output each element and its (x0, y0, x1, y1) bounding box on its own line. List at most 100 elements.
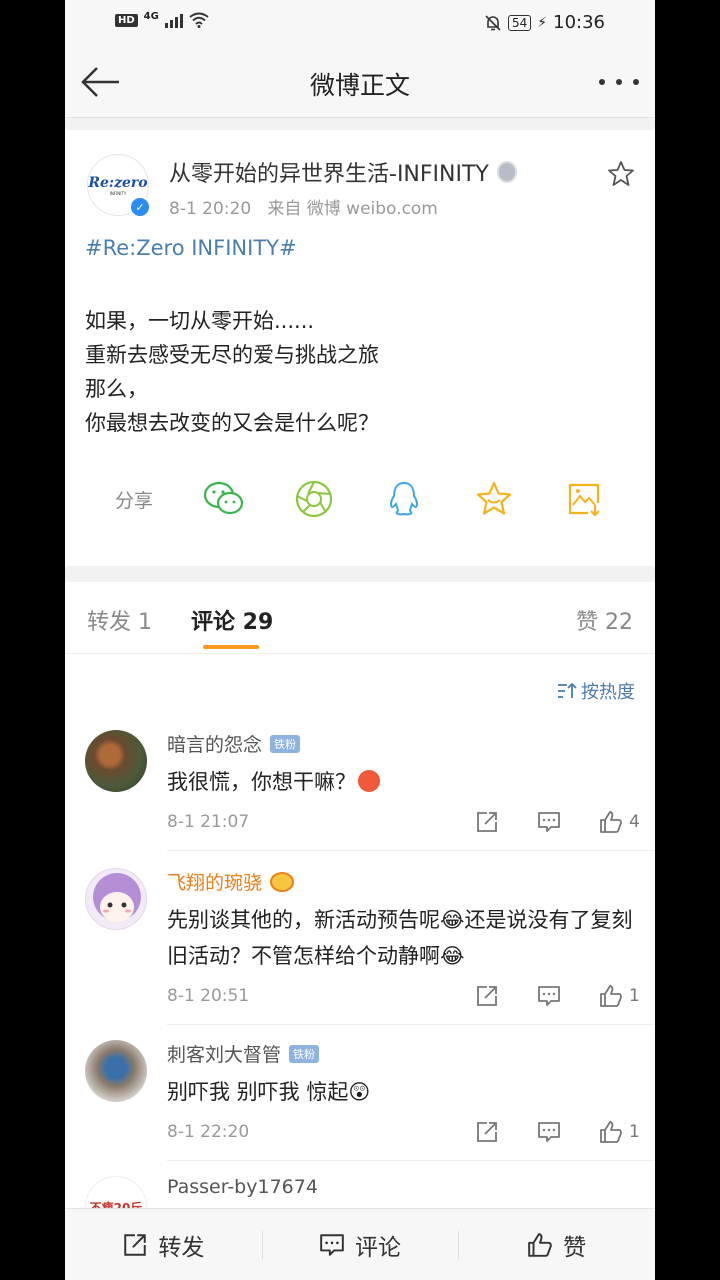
star-outline-icon (608, 161, 634, 186)
comment-label: 评论 (355, 1234, 401, 1261)
like-count: 1 (629, 986, 640, 1006)
repost-comment-button[interactable] (475, 984, 499, 1008)
share-favorite-button[interactable] (473, 478, 515, 520)
share-qq-button[interactable] (383, 478, 425, 520)
qq-icon (389, 481, 419, 516)
post-body: 如果，一切从零开始...... 重新去感受无尽的爱与挑战之旅 那么， 你最想去改… (85, 304, 379, 440)
share-moments-button[interactable] (293, 478, 335, 520)
tab-likes[interactable]: 赞 22 (576, 604, 633, 636)
like-label: 赞 (563, 1234, 587, 1261)
moments-icon (295, 480, 333, 518)
comment-item: 不瘦20斤 Passer-by17674 (65, 1176, 655, 1208)
repost-comment-button[interactable] (475, 810, 499, 834)
tab-repost[interactable]: 转发 1 (87, 604, 152, 636)
more-options-button[interactable] (599, 70, 639, 94)
share-out-icon (477, 812, 497, 832)
reply-button[interactable] (537, 1120, 561, 1144)
favorite-star-icon (476, 481, 512, 515)
commenter-name-text: 飞翔的琬骁 (167, 872, 263, 894)
like-count: 1 (629, 1122, 640, 1142)
active-tab-indicator (203, 645, 259, 649)
sort-icon (558, 682, 577, 698)
interaction-tabs: 转发 1 评论 29 赞 22 (65, 582, 655, 654)
repost-label: 转发 (158, 1234, 205, 1261)
commenter-avatar[interactable] (85, 1040, 147, 1102)
share-row: 分享 (115, 478, 653, 520)
fan-badge: 铁粉 (289, 1044, 320, 1063)
like-button[interactable] (599, 984, 623, 1008)
bottom-action-bar: 转发 评论 赞 (65, 1208, 655, 1280)
comment-text: 先别谈其他的，新活动预告呢😂还是说没有了复刻旧活动？不管怎样给个动静啊😂 (167, 908, 633, 968)
post-line: 你最想去改变的又会是什么呢？ (85, 411, 379, 435)
reply-bubble-icon (538, 812, 560, 832)
comment-text-content: 我很慌，你想干嘛？ (167, 770, 356, 794)
status-bar: HD 4G 54 ⚡ 10:36 (65, 0, 655, 46)
tab-comments[interactable]: 评论 29 (191, 604, 273, 636)
post-meta: 8-1 20:20 来自 微博 weibo.com (169, 199, 438, 219)
like-button[interactable] (599, 1120, 623, 1144)
medal-icon (496, 161, 517, 183)
comment-time: 8-1 22:20 (167, 1122, 250, 1142)
comment-divider (167, 850, 655, 851)
sort-by-hot-button[interactable]: 按热度 (557, 678, 635, 704)
charging-icon: ⚡ (537, 14, 548, 31)
share-out-icon (124, 1233, 147, 1256)
save-image-button[interactable] (563, 478, 605, 520)
angry-emoji-icon (358, 770, 380, 792)
commenter-name[interactable]: Passer-by17674 (167, 1176, 318, 1198)
share-wechat-button[interactable] (203, 478, 245, 520)
comment-item: 飞翔的琬骁 先别谈其他的，新活动预告呢😂还是说没有了复刻旧活动？不管怎样给个动静… (65, 868, 655, 1025)
top-nav-bar: 微博正文 (65, 46, 655, 118)
save-image-icon (568, 483, 600, 517)
comment-time: 8-1 21:07 (167, 812, 250, 832)
comment-divider (167, 1160, 655, 1161)
anime-avatar-image (93, 873, 141, 922)
favorite-button[interactable] (607, 160, 635, 188)
commenter-name-text: Passer-by17674 (167, 1176, 318, 1198)
repost-button[interactable]: 转发 (65, 1209, 262, 1280)
repost-comment-button[interactable] (475, 1120, 499, 1144)
share-out-icon (477, 986, 497, 1006)
post-line: 如果，一切从零开始...... (85, 309, 315, 333)
share-label: 分享 (115, 489, 154, 512)
like-count: 4 (629, 812, 640, 832)
comment-button[interactable]: 评论 (261, 1209, 459, 1280)
comment-text: 我很慌，你想干嘛？ (167, 764, 635, 800)
comment-list: 按热度 暗言的怨念 铁粉 我很慌，你想干嘛？ 8-1 21:07 4 飞翔的琬骁 … (65, 654, 655, 1208)
post-line: 重新去感受无尽的爱与挑战之旅 (85, 343, 379, 367)
thumbs-up-icon (528, 1232, 552, 1257)
reply-bubble-icon (538, 1122, 560, 1142)
mute-bell-icon (485, 14, 501, 31)
comment-divider (167, 1024, 655, 1025)
commenter-avatar[interactable] (85, 730, 147, 792)
like-post-button[interactable]: 赞 (458, 1209, 655, 1280)
sort-label: 按热度 (581, 682, 635, 703)
comment-bubble-icon (320, 1233, 344, 1256)
comment-actions: 4 (437, 810, 640, 834)
avatar-text: 不瘦20斤 (89, 1200, 143, 1209)
reply-button[interactable] (537, 984, 561, 1008)
comment-actions: 1 (437, 984, 640, 1008)
comment-item: 刺客刘大督管 铁粉 别吓我 别吓我 惊起😲 8-1 22:20 1 (65, 1040, 655, 1161)
commenter-name[interactable]: 飞翔的琬骁 (167, 868, 295, 895)
reply-bubble-icon (538, 986, 560, 1006)
wifi-icon (189, 12, 209, 28)
phone-screen: HD 4G 54 ⚡ 10:36 微博正文 Re:zero INFINITY ✓… (65, 0, 655, 1280)
commenter-name-text: 刺客刘大督管 (167, 1044, 282, 1066)
commenter-avatar[interactable]: 不瘦20斤 (85, 1176, 147, 1208)
fan-badge: 铁粉 (270, 734, 301, 753)
comment-time: 8-1 20:51 (167, 986, 250, 1006)
commenter-name[interactable]: 暗言的怨念 铁粉 (167, 730, 301, 757)
commenter-avatar[interactable] (85, 868, 147, 930)
commenter-name[interactable]: 刺客刘大督管 铁粉 (167, 1040, 320, 1067)
post-line: 那么， (85, 377, 148, 401)
clock: 10:36 (553, 12, 605, 33)
like-button[interactable] (599, 810, 623, 834)
reply-button[interactable] (537, 810, 561, 834)
topic-link[interactable]: #Re:Zero INFINITY# (85, 236, 297, 260)
comment-actions: 1 (437, 1120, 640, 1144)
hd-icon: HD (115, 13, 138, 27)
separator (458, 1231, 460, 1259)
comment-item: 暗言的怨念 铁粉 我很慌，你想干嘛？ 8-1 21:07 4 (65, 730, 655, 851)
author-name[interactable]: 从零开始的异世界生活-INFINITY (169, 156, 517, 188)
